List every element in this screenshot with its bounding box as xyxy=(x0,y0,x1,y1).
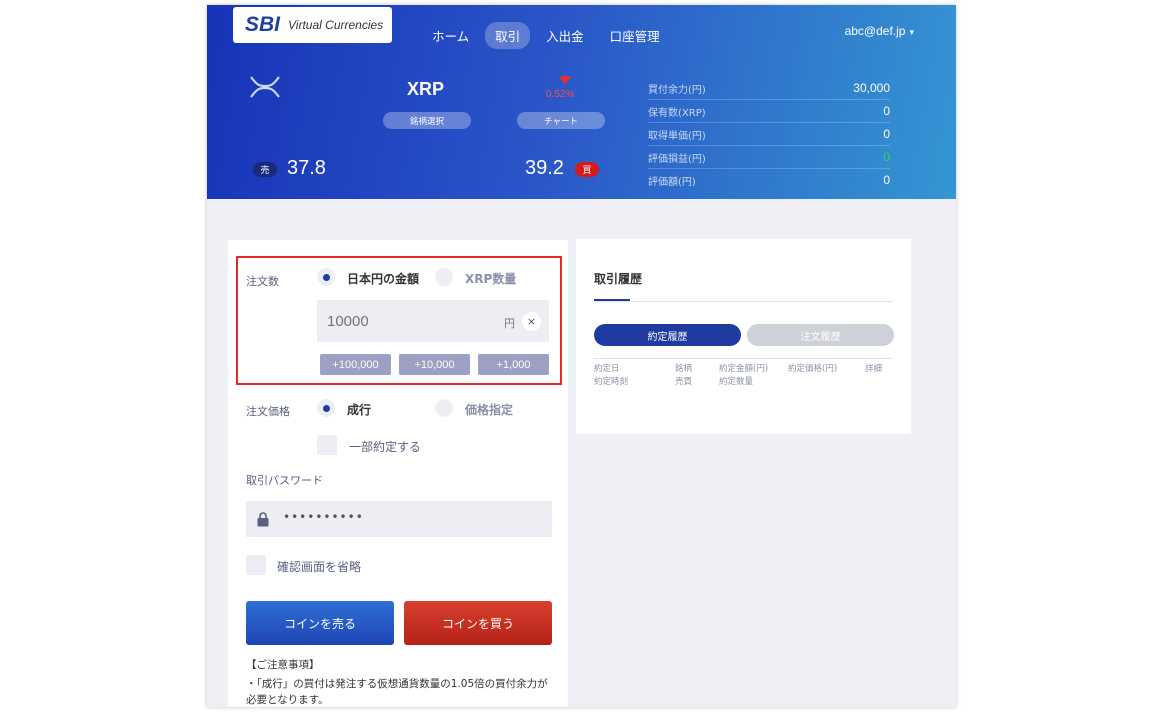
sell-price: 37.8 xyxy=(287,157,326,179)
column-header-amount: 約定金額(円) 約定数量 xyxy=(719,363,768,389)
account-row: 保有数(XRP) 0 xyxy=(648,100,890,123)
radio-limit[interactable] xyxy=(435,399,453,417)
account-row: 買付余力(円) 30,000 xyxy=(648,77,890,100)
chart-button[interactable]: チャート xyxy=(517,112,605,129)
column-header-detail: 詳細 xyxy=(865,363,882,376)
account-value: 0 xyxy=(883,127,890,141)
user-menu[interactable]: abc@def.jp ▾ xyxy=(845,24,914,38)
account-label: 評価額(円) xyxy=(648,176,696,188)
column-header-line: 約定時刻 xyxy=(594,377,629,387)
yen-unit: 円 xyxy=(504,317,515,330)
partial-fill-checkbox[interactable] xyxy=(317,435,337,455)
app-frame: SBI Virtual Currencies ホーム 取引 入出金 口座管理 a… xyxy=(207,5,956,707)
history-title-underline xyxy=(594,299,630,301)
column-header-line: 詳細 xyxy=(865,364,883,374)
column-header-date: 約定日 約定時刻 xyxy=(594,363,628,389)
radio-selected-dot xyxy=(322,404,330,412)
account-summary: 買付余力(円) 30,000 保有数(XRP) 0 取得単価(円) 0 評価損益… xyxy=(648,77,890,191)
nav-home[interactable]: ホーム xyxy=(422,22,479,49)
column-header-price: 約定価格(円) xyxy=(788,363,837,376)
order-panel: 注文数 日本円の金額 XRP数量 円 × +100,000 +10,000 +1… xyxy=(228,240,568,707)
column-header-line: 売買 xyxy=(675,377,693,387)
buy-coin-button[interactable]: コインを買う xyxy=(404,601,552,645)
nav-trade[interactable]: 取引 xyxy=(485,22,531,49)
add-10000-button[interactable]: +10,000 xyxy=(399,354,470,375)
radio-xrp-qty[interactable] xyxy=(435,268,453,286)
account-label: 評価損益(円) xyxy=(648,153,706,165)
add-100000-button[interactable]: +100,000 xyxy=(320,354,391,375)
account-label: 取得単価(円) xyxy=(648,130,706,142)
lock-icon xyxy=(257,512,269,531)
column-header-line: 約定金額(円) xyxy=(719,364,769,374)
account-value: 0 xyxy=(883,150,890,164)
account-row: 評価損益(円) 0 xyxy=(648,146,890,169)
column-header-line: 銘柄 xyxy=(675,364,693,374)
history-title: 取引履歴 xyxy=(594,272,643,286)
column-header-line: 約定価格(円) xyxy=(788,364,838,374)
logo-brand: SBI xyxy=(245,13,281,36)
account-label: 保有数(XRP) xyxy=(648,107,706,119)
radio-market-label[interactable]: 成行 xyxy=(347,401,371,418)
add-1000-button[interactable]: +1,000 xyxy=(478,354,549,375)
sell-coin-button[interactable]: コインを売る xyxy=(246,601,394,645)
sell-badge: 売 xyxy=(253,162,277,177)
column-header-symbol: 銘柄 売買 xyxy=(675,363,692,389)
notice-text: ・「成行」の買付は発注する仮想通貨数量の1.05倍の買付余力が必要となります。 xyxy=(246,678,548,706)
skip-confirm-checkbox[interactable] xyxy=(246,555,266,575)
clear-button[interactable]: × xyxy=(522,312,541,331)
radio-jpy-amount[interactable] xyxy=(317,268,335,286)
radio-jpy-amount-label[interactable]: 日本円の金額 xyxy=(347,270,419,287)
price-label: 注文価格 xyxy=(246,405,290,418)
history-panel: 取引履歴 約定履歴 注文履歴 約定日 約定時刻 銘柄 売買 約定金額(円) 約定… xyxy=(576,239,911,434)
account-row: 取得単価(円) 0 xyxy=(648,123,890,146)
account-label: 買付余力(円) xyxy=(648,84,706,96)
tab-executions[interactable]: 約定履歴 xyxy=(594,324,741,346)
radio-xrp-qty-label[interactable]: XRP数量 xyxy=(465,270,516,287)
password-value: •••••••••• xyxy=(283,510,364,524)
account-value: 0 xyxy=(883,104,890,118)
coin-select-button[interactable]: 銘柄選択 xyxy=(383,112,471,129)
password-label: 取引パスワード xyxy=(246,474,323,487)
nav-deposit[interactable]: 入出金 xyxy=(536,22,594,49)
down-arrow-icon xyxy=(559,76,571,85)
radio-market[interactable] xyxy=(317,399,335,417)
header-banner: SBI Virtual Currencies ホーム 取引 入出金 口座管理 a… xyxy=(207,5,956,199)
partial-fill-label[interactable]: 一部約定する xyxy=(349,438,421,455)
xrp-coin-icon xyxy=(249,75,281,103)
column-header-line: 約定数量 xyxy=(719,377,754,387)
account-value: 0 xyxy=(883,173,890,187)
qty-label: 注文数 xyxy=(246,275,279,288)
coin-name: XRP xyxy=(407,79,445,99)
tab-orders[interactable]: 注文履歴 xyxy=(747,324,894,346)
column-header-line: 約定日 xyxy=(594,364,620,374)
radio-limit-label[interactable]: 価格指定 xyxy=(465,401,513,418)
radio-selected-dot xyxy=(322,273,330,281)
logo[interactable]: SBI Virtual Currencies xyxy=(233,7,392,43)
nav-account[interactable]: 口座管理 xyxy=(600,22,670,49)
skip-confirm-label[interactable]: 確認画面を省略 xyxy=(277,558,361,575)
password-field[interactable]: •••••••••• xyxy=(246,501,552,537)
logo-product: Virtual Currencies xyxy=(288,18,384,32)
buy-badge: 買 xyxy=(575,162,599,177)
divider xyxy=(594,358,893,359)
notice-title: 【ご注意事項】 xyxy=(246,659,320,671)
divider xyxy=(594,301,893,302)
main-nav: ホーム 取引 入出金 口座管理 xyxy=(422,22,676,49)
account-value: 30,000 xyxy=(853,81,890,95)
chevron-down-icon: ▾ xyxy=(909,27,914,37)
buy-price: 39.2 xyxy=(525,157,564,179)
account-row: 評価額(円) 0 xyxy=(648,169,890,191)
price-change: 0.52% xyxy=(546,89,575,100)
user-email: abc@def.jp xyxy=(844,24,906,38)
